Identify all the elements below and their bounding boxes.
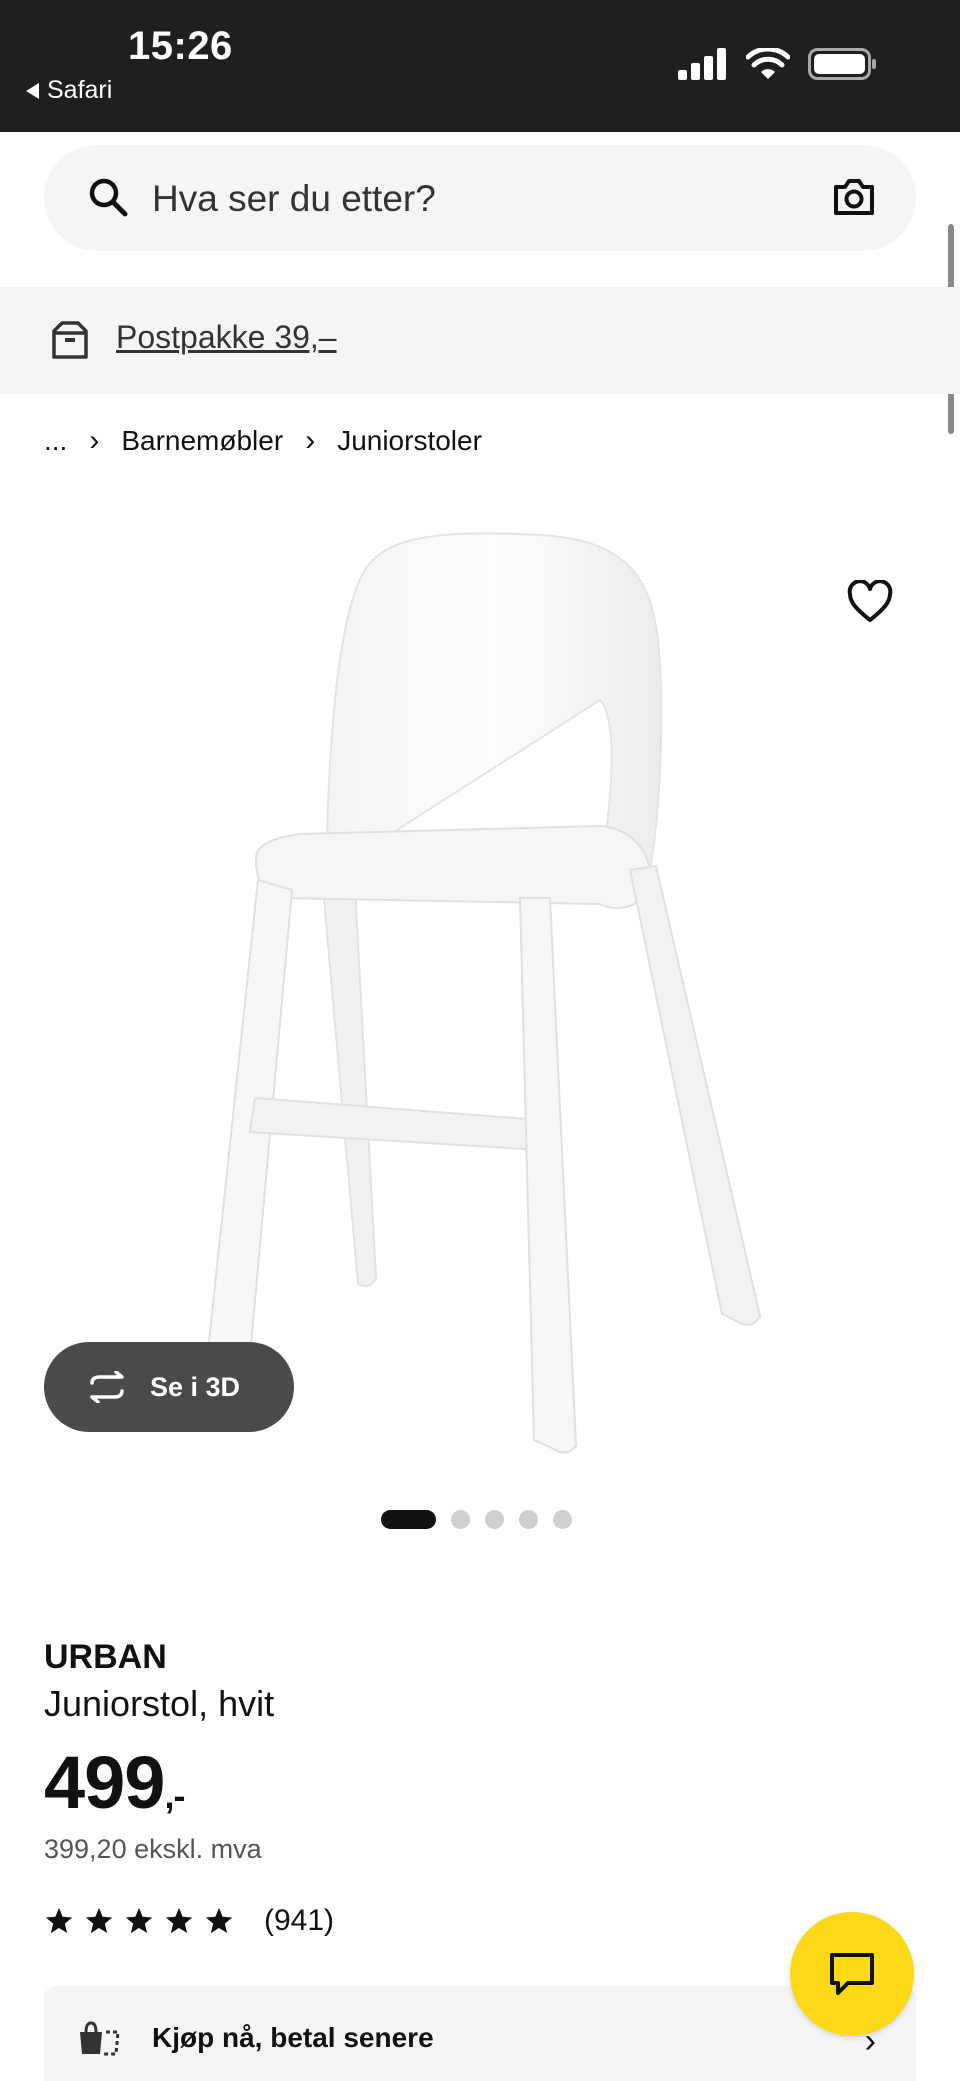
price-suffix: ,- xyxy=(164,1775,185,1816)
breadcrumb-ellipsis[interactable]: ... xyxy=(44,425,67,457)
back-arrow-icon xyxy=(26,82,39,99)
search-bar[interactable] xyxy=(44,145,916,251)
cellular-signal-icon xyxy=(678,48,726,80)
carousel-indicator xyxy=(381,1510,572,1529)
star-icon xyxy=(205,1907,233,1933)
price-value: 499 xyxy=(44,1741,165,1824)
buy-now-pay-later-button[interactable]: Kjøp nå, betal senere › xyxy=(44,1986,916,2081)
back-to-safari-link[interactable]: Safari xyxy=(26,76,112,105)
product-description: Juniorstol, hvit xyxy=(44,1683,275,1724)
postpakke-link[interactable]: Postpakke 39,– xyxy=(116,319,337,356)
pay-later-icon xyxy=(80,2021,120,2056)
star-icon xyxy=(45,1907,73,1933)
rating-stars xyxy=(44,1906,234,1936)
clock: 15:26 xyxy=(128,24,233,68)
breadcrumb-separator-icon: › xyxy=(305,424,316,457)
rotate-3d-icon xyxy=(84,1371,130,1403)
rating-count: (941) xyxy=(264,1904,335,1937)
chat-icon xyxy=(830,1953,874,1995)
parcel-box-icon xyxy=(52,321,88,359)
star-icon xyxy=(85,1907,113,1933)
wifi-icon xyxy=(746,48,790,79)
view-3d-button[interactable]: Se i 3D xyxy=(44,1342,294,1432)
carousel-dot[interactable] xyxy=(485,1510,504,1529)
heart-icon[interactable] xyxy=(846,580,894,624)
status-icons xyxy=(678,48,878,80)
status-bar: 15:26 Safari xyxy=(0,0,960,132)
battery-icon xyxy=(808,48,876,80)
breadcrumb-item-barnemobler[interactable]: Barnemøbler xyxy=(121,425,283,457)
back-app-label: Safari xyxy=(47,76,113,104)
camera-icon[interactable] xyxy=(832,177,876,217)
product-rating[interactable]: (941) xyxy=(44,1904,334,1938)
view-3d-label: Se i 3D xyxy=(150,1371,241,1402)
carousel-dot[interactable] xyxy=(553,1510,572,1529)
buy-now-label: Kjøp nå, betal senere xyxy=(152,2022,434,2053)
shipping-banner: Postpakke 39,– xyxy=(0,287,960,394)
carousel-dot[interactable] xyxy=(451,1510,470,1529)
star-icon xyxy=(165,1907,193,1933)
star-icon xyxy=(125,1907,153,1933)
search-icon xyxy=(89,178,128,217)
carousel-dot[interactable] xyxy=(381,1510,436,1529)
product-price: 499,- xyxy=(44,1740,185,1825)
search-input[interactable] xyxy=(152,171,812,227)
breadcrumb-separator-icon: › xyxy=(89,424,100,457)
product-brand: URBAN xyxy=(44,1638,167,1676)
carousel-dot[interactable] xyxy=(519,1510,538,1529)
breadcrumb: ... › Barnemøbler › Juniorstoler xyxy=(44,424,482,458)
breadcrumb-item-juniorstoler[interactable]: Juniorstoler xyxy=(337,425,482,457)
price-ex-vat: 399,20 ekskl. mva xyxy=(44,1834,262,1864)
chat-button[interactable] xyxy=(790,1912,914,2036)
